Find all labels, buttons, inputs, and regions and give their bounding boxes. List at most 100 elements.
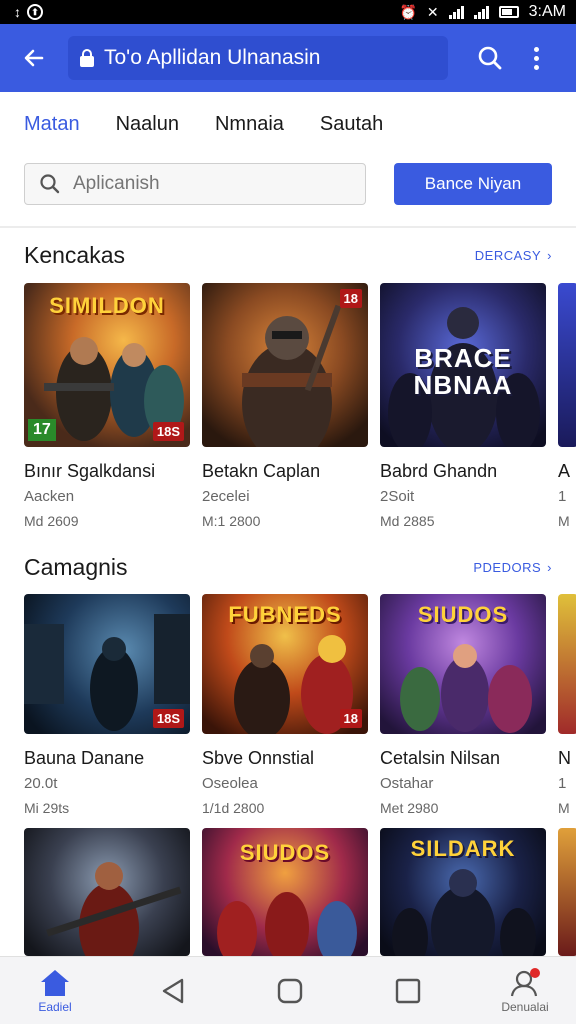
squad-illustration: [217, 892, 357, 956]
app-title: Betakn Caplan: [202, 461, 321, 481]
cell-signal-icon: [473, 5, 489, 19]
section-header: Kencakas DERCASY ›: [24, 242, 552, 269]
back-triangle-icon: [162, 978, 183, 1003]
content-badge: 18S: [152, 709, 184, 728]
tab-matan[interactable]: Matan: [24, 113, 80, 136]
game-artwork: 18S: [24, 594, 190, 734]
alarm-icon: ⏰: [399, 3, 417, 20]
section-link-label: PDEDORS: [473, 560, 542, 575]
app-title: Cetalsin Nilsan: [380, 748, 501, 768]
divider: [0, 226, 576, 228]
app-card[interactable]: SIUDOS Cetalsin Nilsan Ostahar Met 2980: [380, 594, 546, 816]
dot: [533, 64, 539, 70]
app-card[interactable]: [24, 828, 190, 956]
signal-alt-icon: ↕: [14, 4, 21, 20]
game-artwork: SIUDOS: [380, 594, 546, 734]
app-card[interactable]: 18 Betakn Caplan 2ecelei M:1 2800: [202, 283, 368, 529]
section-link-label: DERCASY: [474, 248, 542, 263]
app-meta: Md 2609: [24, 513, 79, 529]
app-card[interactable]: SILDARK: [380, 828, 546, 956]
profile-icon: [510, 967, 540, 996]
app-card[interactable]: 18S Bauna Danane 20.0t Mi 29ts: [24, 594, 190, 816]
status-time: 3:AM: [528, 3, 566, 20]
nav-home-label: Eadiel: [38, 999, 72, 1014]
app-meta: M:1 2800: [202, 513, 261, 529]
home-circle-icon: [277, 978, 303, 1003]
app-card[interactable]: FUBNEDS 18 Sbve Onnstial Oseolea 1/1d 28…: [202, 594, 368, 816]
app-meta: Mi 29ts: [24, 800, 70, 816]
dot: [533, 55, 539, 61]
url-bar[interactable]: To'o Apllidan Ulnanasin: [68, 36, 448, 80]
app-meta: M: [558, 513, 570, 529]
dot: [533, 46, 539, 52]
section-see-more-link[interactable]: PDEDORS ›: [473, 560, 552, 575]
home-icon: [41, 969, 69, 996]
game-artwork: 18: [202, 283, 368, 447]
more-options-button[interactable]: [524, 40, 548, 76]
tab-nmnaia[interactable]: Nmnaia: [215, 113, 284, 136]
lock-icon: [80, 49, 94, 67]
section-header: Camagnis PDEDORS ›: [24, 554, 552, 581]
nav-home[interactable]: Eadiel: [30, 968, 80, 1014]
app-developer: 1: [558, 488, 567, 505]
app-developer: Aacken: [24, 488, 75, 505]
back-arrow-icon: [24, 49, 44, 67]
search-button[interactable]: [472, 40, 508, 76]
status-right: ⏰ ✕ 3:AM: [399, 3, 566, 21]
fantasy-heroes-illustration: [400, 644, 532, 733]
status-bar: ↕ ⬆ ⏰ ✕ 3:AM: [0, 0, 576, 24]
app-title: Bauna Danane: [24, 748, 145, 768]
nav-recents[interactable]: [383, 977, 433, 1005]
app-card[interactable]: SIMILDON 17 18S Bınır Sgalkdansi Aacken …: [24, 283, 190, 529]
nav-home-circle[interactable]: [265, 977, 315, 1005]
app-card-partial[interactable]: A 1 M: [558, 283, 576, 529]
search-icon: [40, 174, 60, 194]
app-card-partial[interactable]: [558, 828, 576, 956]
game-artwork: [24, 828, 190, 956]
app-developer: 20.0t: [24, 775, 58, 792]
back-arrow-button[interactable]: [12, 36, 56, 80]
mute-icon: ✕: [426, 3, 439, 20]
tab-naalun[interactable]: Naalun: [116, 113, 179, 136]
app-card[interactable]: SIUDOS: [202, 828, 368, 956]
rifleman-illustration: [46, 862, 182, 956]
tab-sautah[interactable]: Sautah: [320, 113, 383, 136]
nav-back[interactable]: [148, 977, 198, 1005]
search-input[interactable]: [73, 173, 333, 195]
card-row: 18S Bauna Danane 20.0t Mi 29ts FUBNEDS 1…: [24, 594, 576, 816]
section-title: Kencakas: [24, 242, 126, 268]
game-artwork: SILDARK: [380, 828, 546, 956]
search-submit-button[interactable]: Bance Niyan: [394, 163, 552, 205]
app-developer: Ostahar: [380, 775, 434, 792]
app-meta: 1/1d 2800: [202, 800, 265, 816]
card-row: SIUDOS SILDARK: [24, 828, 576, 956]
tab-bar: Matan Naalun Nmnaia Sautah: [0, 92, 576, 156]
content-badge: 18: [339, 289, 362, 308]
nav-profile-label: Denualai: [501, 999, 549, 1014]
recents-square-icon: [395, 978, 420, 1003]
chevron-right-icon: ›: [547, 248, 552, 263]
app-bar: To'o Apllidan Ulnanasin: [0, 24, 576, 92]
app-meta: M: [558, 800, 570, 816]
artwork-title: BRACE NBNAA: [413, 343, 513, 401]
wifi-signal-icon: [448, 5, 464, 19]
search-row: Bance Niyan: [24, 162, 554, 206]
notification-dot: [530, 967, 540, 978]
app-card[interactable]: BRACE NBNAA Babrd Ghandn 2Soit Md 2885: [380, 283, 546, 529]
search-icon: [478, 46, 502, 70]
game-artwork: SIMILDON 17 18S: [24, 283, 190, 447]
app-meta: Md 2885: [380, 513, 435, 529]
bottom-navigation: Eadiel Denualai: [0, 956, 576, 1024]
game-artwork: [558, 594, 576, 734]
app-title: Bınır Sgalkdansi: [24, 461, 156, 481]
status-left: ↕ ⬆: [14, 4, 43, 20]
game-artwork: [558, 828, 576, 956]
notification-circle-icon: ⬆: [27, 4, 43, 20]
content-badge: 18S: [152, 422, 184, 441]
app-developer: 2Soit: [380, 488, 415, 505]
section-see-more-link[interactable]: DERCASY ›: [475, 248, 552, 263]
app-developer: Oseolea: [202, 775, 258, 792]
app-card-partial[interactable]: N 1 M: [558, 594, 576, 816]
search-field[interactable]: [24, 163, 366, 205]
nav-profile[interactable]: Denualai: [500, 967, 550, 1014]
